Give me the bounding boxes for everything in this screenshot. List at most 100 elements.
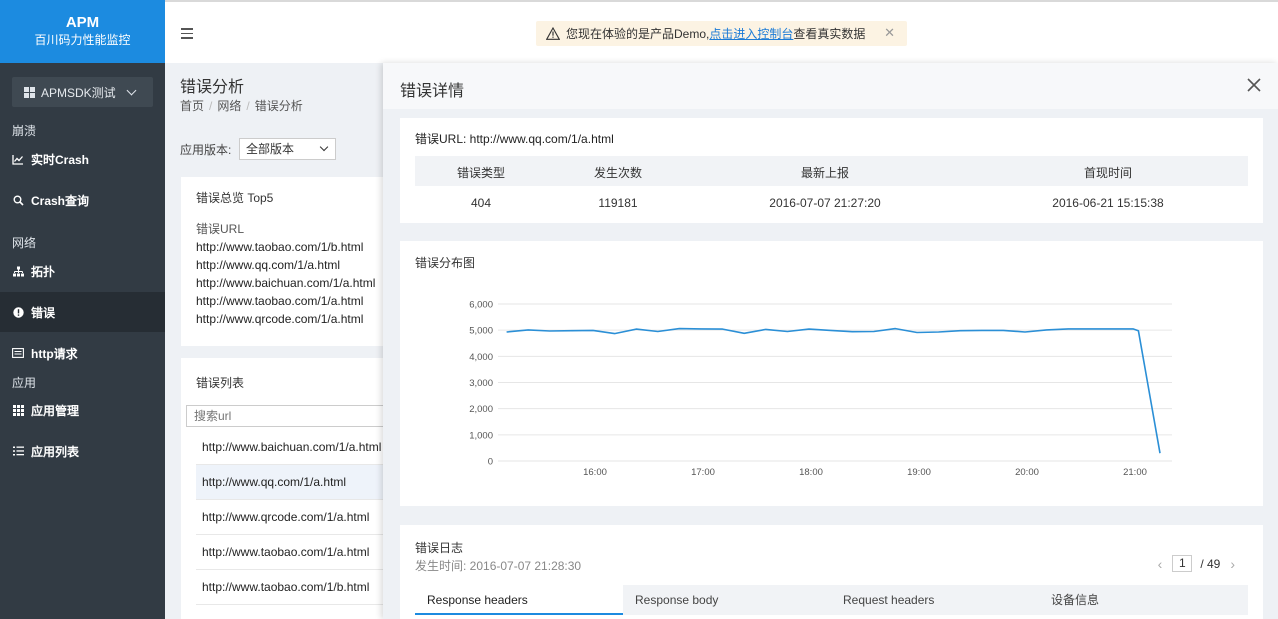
sidebar-item-label: 应用列表 <box>31 444 80 459</box>
table-cell: 119181 <box>598 196 638 210</box>
list-bullet-icon <box>12 445 24 457</box>
page-input[interactable]: 1 <box>1172 555 1193 572</box>
section-crash: 崩溃 <box>12 124 37 138</box>
column-header: 首现时间 <box>1083 166 1132 180</box>
top5-title: 错误总览 Top5 <box>196 191 274 205</box>
section-app: 应用 <box>12 376 37 390</box>
y-tick-label: 1,000 <box>469 430 493 441</box>
tab-device-info[interactable]: 设备信息 <box>1039 585 1247 615</box>
breadcrumb: 首页 / 网络 / 错误分析 <box>180 97 303 114</box>
x-tick-label: 19:00 <box>907 467 931 478</box>
panel-title: 错误详情 <box>400 83 465 100</box>
close-icon[interactable] <box>1246 77 1262 93</box>
x-tick-label: 17:00 <box>691 467 715 478</box>
chevron-left-icon[interactable]: ‹ <box>1158 556 1163 572</box>
sidebar-item-label: 应用管理 <box>31 403 80 418</box>
log-time: 发生时间: 2016-07-07 21:28:30 <box>415 559 582 573</box>
error-url: 错误URL: http://www.qq.com/1/a.html <box>415 132 614 146</box>
x-tick-label: 16:00 <box>583 467 607 478</box>
logo-subtitle: 百川码力性能监控 <box>34 33 131 47</box>
notice-suffix: 查看真实数据 <box>793 27 866 41</box>
topology-icon <box>12 265 24 277</box>
top5-url[interactable]: http://www.qq.com/1/a.html <box>196 258 340 272</box>
close-icon[interactable]: ✕ <box>884 25 895 41</box>
sidebar-item-label: 错误 <box>31 305 56 320</box>
y-tick-label: 2,000 <box>469 404 493 415</box>
sidebar-item-app-list[interactable]: 应用列表 <box>0 431 165 471</box>
top5-url[interactable]: http://www.qrcode.com/1/a.html <box>196 312 363 326</box>
sidebar-item-label: 实时Crash <box>31 152 90 167</box>
logo[interactable]: APM 百川码力性能监控 <box>0 0 165 63</box>
page-title: 错误分析 <box>180 79 245 96</box>
error-distribution-chart: 0 1,000 2,000 3,000 4,000 5,000 6,000 16:00 17:0… <box>469 300 1172 478</box>
x-tick-label: 18:00 <box>799 467 823 478</box>
y-tick-label: 5,000 <box>469 326 493 337</box>
list-item[interactable]: http://www.taobao.com/1/a.html <box>196 535 383 570</box>
list-item[interactable]: http://www.qrcode.com/1/a.html <box>196 500 383 535</box>
chart-line-icon <box>12 153 24 165</box>
log-tabs: Response headers Response body Request h… <box>415 585 1248 615</box>
console-link[interactable]: 点击进入控制台 <box>709 25 793 42</box>
apps-icon <box>24 86 36 98</box>
error-detail-panel: 错误详情 错误URL: http://www.qq.com/1/a.html 错… <box>383 63 1278 619</box>
breadcrumb-home[interactable]: 首页 <box>180 99 204 113</box>
list-item[interactable]: http://www.baichuan.com/1/a.html <box>196 430 383 465</box>
section-network: 网络 <box>12 236 37 250</box>
sidebar-item-label: Crash查询 <box>31 193 90 208</box>
sidebar-item-http[interactable]: http请求 <box>0 333 165 373</box>
tab-request-headers[interactable]: Request headers <box>831 585 1039 615</box>
panel-header: 错误详情 <box>383 63 1278 109</box>
top5-url[interactable]: http://www.taobao.com/1/b.html <box>196 240 363 254</box>
menu-toggle-icon[interactable] <box>181 28 193 42</box>
y-tick-label: 0 <box>488 457 493 468</box>
grid-icon <box>12 404 24 416</box>
y-tick-label: 6,000 <box>469 300 493 311</box>
error-distribution-card: 错误分布图 0 1,000 2,000 3,000 4,000 5,000 6,000 16:… <box>400 241 1263 506</box>
breadcrumb-separator: / <box>246 99 250 113</box>
chevron-down-icon <box>126 85 137 95</box>
sidebar-item-crash-query[interactable]: Crash查询 <box>0 180 165 220</box>
top-bar: 您现在体验的是产品Demo, 点击进入控制台 查看真实数据 ✕ <box>165 0 1278 63</box>
search-icon <box>12 194 24 206</box>
sidebar-item-error[interactable]: 错误 <box>0 292 165 332</box>
sidebar: APM 百川码力性能监控 APMSDK测试 崩溃 实时Crash Crash查询… <box>0 0 165 619</box>
top5-url[interactable]: http://www.baichuan.com/1/a.html <box>196 276 375 290</box>
sidebar-item-label: 拓扑 <box>31 264 56 279</box>
list-item[interactable]: http://www.taobao.com/1/b.html <box>196 570 383 605</box>
breadcrumb-network[interactable]: 网络 <box>217 99 241 113</box>
app-selector[interactable]: APMSDK测试 <box>12 77 153 107</box>
table-cell: 404 <box>470 196 492 210</box>
version-label: 应用版本: <box>180 143 232 157</box>
top5-url[interactable]: http://www.taobao.com/1/a.html <box>196 294 363 308</box>
sidebar-item-realtime-crash[interactable]: 实时Crash <box>0 139 165 179</box>
list-icon <box>12 347 24 359</box>
notice-prefix: 您现在体验的是产品Demo, <box>566 27 710 41</box>
logo-brand: APM <box>65 14 100 31</box>
breadcrumb-separator: / <box>209 99 213 113</box>
y-tick-label: 4,000 <box>469 352 493 363</box>
tab-response-headers[interactable]: Response headers <box>415 585 623 615</box>
x-tick-label: 21:00 <box>1123 467 1147 478</box>
column-header: 最新上报 <box>800 166 849 180</box>
demo-notice: 您现在体验的是产品Demo, 点击进入控制台 查看真实数据 ✕ <box>536 21 907 46</box>
breadcrumb-current: 错误分析 <box>254 99 303 113</box>
top5-column-header: 错误URL <box>196 222 245 236</box>
sidebar-item-topology[interactable]: 拓扑 <box>0 251 165 291</box>
error-analysis-page: 错误分析 首页 / 网络 / 错误分析 应用版本: 全部版本 错误总览 Top5 错误U… <box>165 63 383 619</box>
top5-card: 错误总览 Top5 错误URL http://www.taobao.com/1/… <box>181 177 383 346</box>
table-cell: 2016-06-21 15:15:38 <box>1052 196 1164 210</box>
error-summary-card: 错误URL: http://www.qq.com/1/a.html 错误类型 发… <box>400 118 1263 223</box>
sidebar-item-app-manage[interactable]: 应用管理 <box>0 390 165 430</box>
list-item[interactable]: http://www.qq.com/1/a.html <box>196 465 383 500</box>
chevron-right-icon[interactable]: › <box>1230 556 1235 572</box>
search-input[interactable] <box>186 405 383 427</box>
version-select[interactable]: 全部版本 <box>239 138 336 160</box>
column-header: 错误类型 <box>456 166 505 180</box>
log-title: 错误日志 <box>415 541 464 555</box>
chevron-down-icon <box>319 142 329 152</box>
x-tick-label: 20:00 <box>1015 467 1039 478</box>
tab-response-body[interactable]: Response body <box>623 585 831 615</box>
table-cell: 2016-07-07 21:27:20 <box>769 196 881 210</box>
error-icon <box>12 306 24 318</box>
table-header: 错误类型 发生次数 最新上报 首现时间 <box>415 156 1248 186</box>
